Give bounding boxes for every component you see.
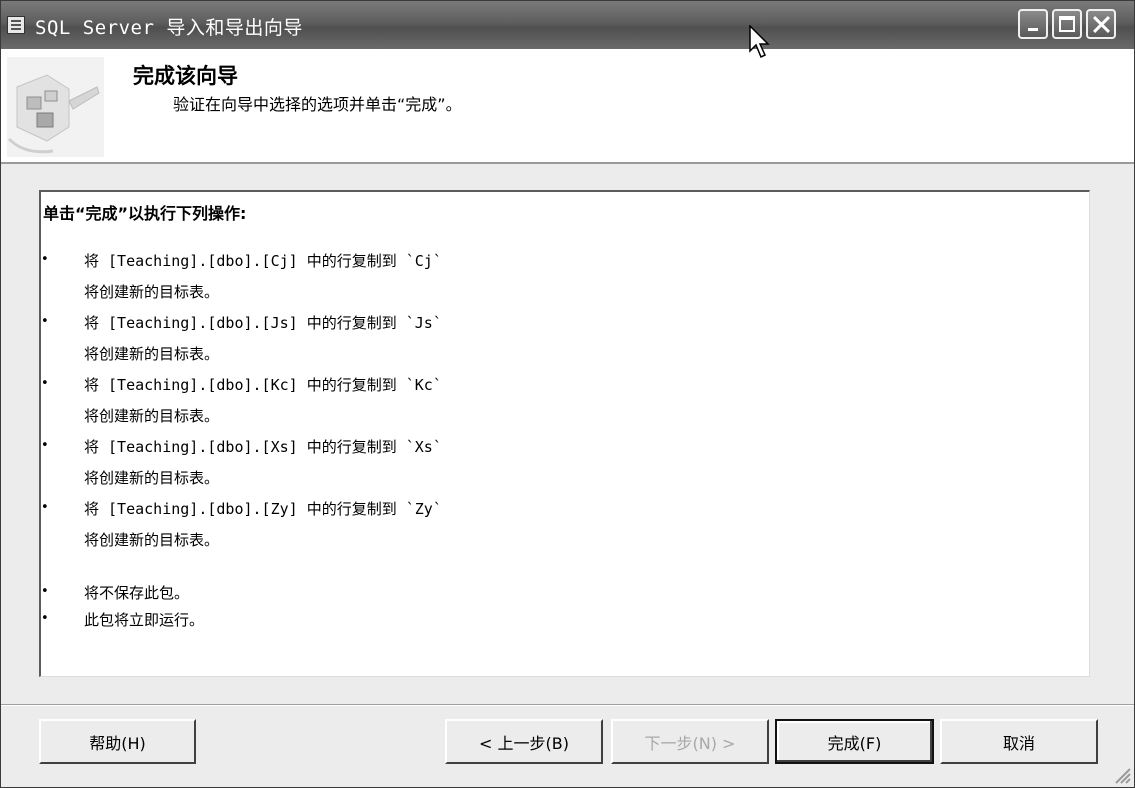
app-icon	[7, 16, 25, 34]
bullet: •	[41, 438, 49, 453]
back-button[interactable]: < 上一步(B)	[445, 719, 603, 764]
mouse-cursor-icon	[749, 25, 770, 59]
operation-note: 将创建新的目标表。	[84, 469, 220, 487]
bullet: •	[41, 584, 49, 599]
footer-divider	[1, 704, 1134, 706]
operation-action: 将 [Teaching].[dbo].[Js] 中的行复制到 `Js`	[84, 314, 442, 332]
page-subtitle: 验证在向导中选择的选项并单击“完成”。	[173, 95, 462, 114]
package-note: 将不保存此包。	[84, 584, 190, 602]
package-note: 此包将立即运行。	[84, 611, 205, 629]
minimize-button[interactable]	[1018, 9, 1048, 39]
summary-box[interactable]: 单击“完成”以执行下列操作: • 将 [Teaching].[dbo].[Cj]…	[39, 190, 1090, 677]
window-title: SQL Server 导入和导出向导	[35, 17, 303, 39]
bullet: •	[41, 500, 49, 515]
operation-note: 将创建新的目标表。	[84, 531, 220, 549]
maximize-button[interactable]	[1052, 9, 1082, 39]
resize-grip-icon[interactable]	[1110, 763, 1132, 785]
bullet: •	[41, 314, 49, 329]
operation-action: 将 [Teaching].[dbo].[Cj] 中的行复制到 `Cj`	[84, 252, 442, 270]
page-title: 完成该向导	[133, 64, 238, 88]
operation-note: 将创建新的目标表。	[84, 283, 220, 301]
bullet: •	[41, 252, 49, 267]
operation-action: 将 [Teaching].[dbo].[Kc] 中的行复制到 `Kc`	[84, 376, 442, 394]
bullet: •	[41, 376, 49, 391]
operation-note: 将创建新的目标表。	[84, 345, 220, 363]
close-button[interactable]	[1086, 9, 1116, 39]
next-button[interactable]: 下一步(N) >	[611, 719, 769, 764]
finish-button[interactable]: 完成(F)	[775, 719, 934, 764]
wizard-window: SQL Server 导入和导出向导 完成该向导 验证在向导中选择的选项并单击“…	[0, 0, 1135, 788]
summary-heading: 单击“完成”以执行下列操作:	[43, 204, 247, 223]
operation-note: 将创建新的目标表。	[84, 407, 220, 425]
cancel-button[interactable]: 取消	[940, 719, 1098, 764]
wizard-header: 完成该向导 验证在向导中选择的选项并单击“完成”。	[1, 49, 1134, 164]
operation-action: 将 [Teaching].[dbo].[Zy] 中的行复制到 `Zy`	[84, 500, 442, 518]
title-bar[interactable]: SQL Server 导入和导出向导	[1, 1, 1134, 50]
wizard-banner-icon	[7, 57, 104, 157]
operation-action: 将 [Teaching].[dbo].[Xs] 中的行复制到 `Xs`	[84, 438, 442, 456]
help-button[interactable]: 帮助(H)	[39, 719, 196, 764]
bullet: •	[41, 611, 49, 626]
